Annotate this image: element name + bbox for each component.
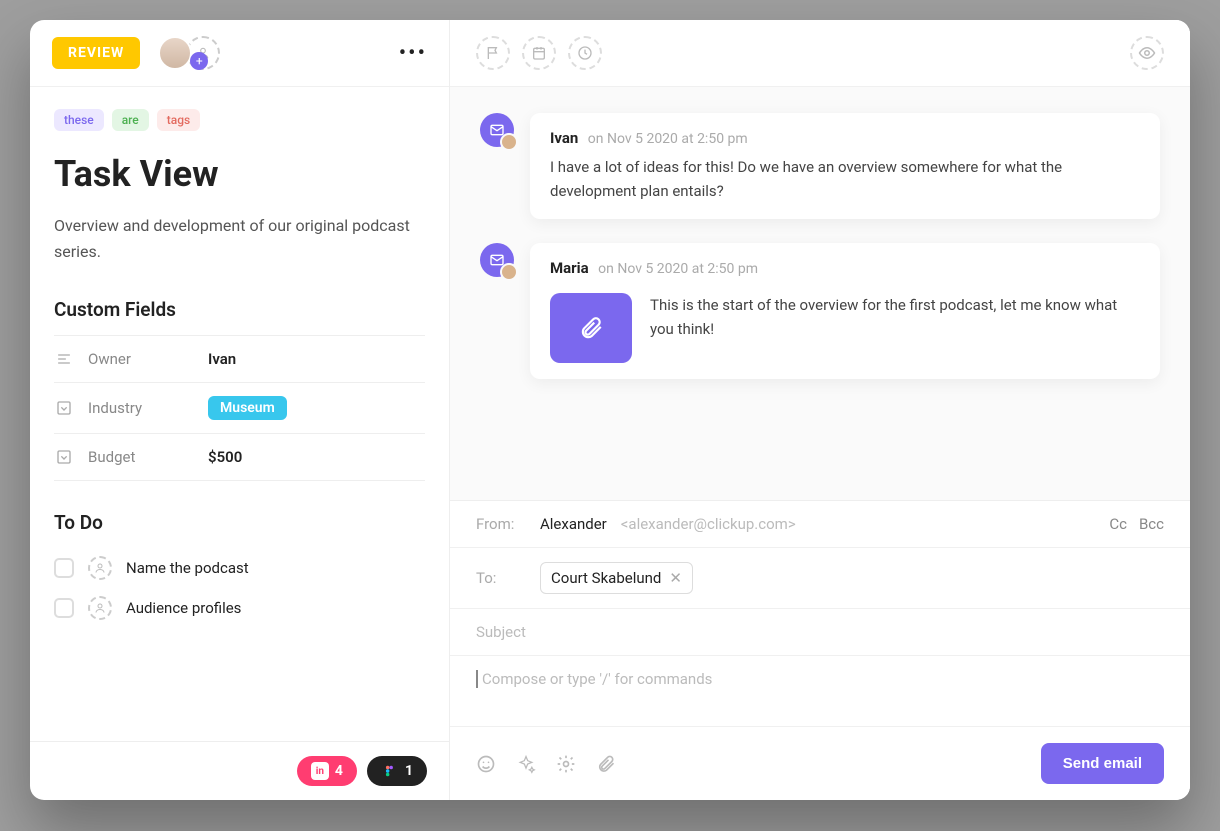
emoji-icon	[476, 754, 496, 774]
compose-body[interactable]: Compose or type '/' for commands	[450, 656, 1190, 726]
todo-label: Audience profiles	[126, 599, 241, 617]
todo-heading: To Do	[54, 511, 425, 534]
email-composer: From: Alexander <alexander@clickup.com> …	[450, 500, 1190, 800]
comment: Ivan on Nov 5 2020 at 2:50 pm I have a l…	[480, 113, 1160, 219]
task-modal: REVIEW + ••• these are tags Task View Ov…	[30, 20, 1190, 800]
remove-recipient-icon[interactable]: ✕	[669, 569, 682, 587]
comment-head: Ivan on Nov 5 2020 at 2:50 pm	[550, 129, 1140, 147]
tag[interactable]: are	[112, 109, 149, 131]
comment-text: I have a lot of ideas for this! Do we ha…	[550, 155, 1140, 203]
cf-value: $500	[208, 448, 242, 466]
tag-list: these are tags	[54, 109, 425, 131]
avatar[interactable]: +	[158, 36, 192, 70]
task-description[interactable]: Overview and development of our original…	[54, 213, 425, 264]
invision-chip[interactable]: in 4	[297, 756, 357, 786]
tag[interactable]: these	[54, 109, 104, 131]
date-button[interactable]	[522, 36, 556, 70]
compose-placeholder: Compose or type '/' for commands	[476, 670, 712, 688]
chip-count: 4	[335, 763, 343, 779]
comment-text: This is the start of the overview for th…	[650, 293, 1140, 341]
comment-body[interactable]: Maria on Nov 5 2020 at 2:50 pm This is t…	[530, 243, 1160, 379]
cf-row-budget[interactable]: Budget $500	[54, 433, 425, 481]
cf-label: Owner	[88, 350, 208, 368]
time-button[interactable]	[568, 36, 602, 70]
more-menu[interactable]: •••	[399, 41, 427, 66]
cf-value: Ivan	[208, 350, 236, 368]
chip-count: 1	[405, 763, 413, 779]
comment-meta: on Nov 5 2020 at 2:50 pm	[598, 261, 758, 277]
from-label: From:	[476, 515, 526, 533]
gear-icon	[556, 754, 576, 774]
invision-icon: in	[311, 762, 329, 780]
from-email: <alexander@clickup.com>	[621, 515, 796, 533]
status-badge[interactable]: REVIEW	[52, 37, 140, 69]
dropdown-icon	[54, 398, 74, 418]
cf-value-pill: Museum	[208, 396, 287, 420]
clock-icon	[577, 45, 593, 61]
todo-item[interactable]: Name the podcast	[54, 548, 425, 588]
activity-header	[450, 20, 1190, 87]
comment-body[interactable]: Ivan on Nov 5 2020 at 2:50 pm I have a l…	[530, 113, 1160, 219]
comment-author: Ivan	[550, 129, 578, 147]
comment-author: Maria	[550, 259, 589, 277]
assignee-group: +	[158, 36, 220, 70]
cf-label: Industry	[88, 399, 208, 417]
tag[interactable]: tags	[157, 109, 200, 131]
task-left-pane: REVIEW + ••• these are tags Task View Ov…	[30, 20, 450, 800]
subject-input[interactable]: Subject	[450, 609, 1190, 656]
paperclip-icon	[596, 754, 616, 774]
from-row: From: Alexander <alexander@clickup.com> …	[450, 501, 1190, 548]
comment-thread: Ivan on Nov 5 2020 at 2:50 pm I have a l…	[450, 87, 1190, 500]
calendar-icon	[531, 45, 547, 61]
flag-icon	[485, 45, 501, 61]
settings-button[interactable]	[556, 754, 576, 774]
paperclip-icon	[578, 315, 604, 341]
cf-label: Budget	[88, 448, 208, 466]
custom-fields-list: Owner Ivan Industry Museum Budget $500	[54, 335, 425, 481]
custom-fields-heading: Custom Fields	[54, 298, 425, 321]
to-label: To:	[476, 569, 526, 587]
eye-icon	[1138, 44, 1156, 62]
attachment[interactable]	[550, 293, 632, 363]
cf-row-owner[interactable]: Owner Ivan	[54, 335, 425, 382]
recipient-chip[interactable]: Court Skabelund ✕	[540, 562, 693, 594]
assign-todo-button[interactable]	[88, 556, 112, 580]
to-row[interactable]: To: Court Skabelund ✕	[450, 548, 1190, 609]
dropdown-icon	[54, 447, 74, 467]
attach-button[interactable]	[596, 754, 616, 774]
cc-button[interactable]: Cc	[1109, 515, 1127, 533]
avatar	[500, 133, 518, 151]
task-title[interactable]: Task View	[54, 153, 425, 195]
figma-chip[interactable]: 1	[367, 756, 427, 786]
from-name: Alexander	[540, 515, 607, 533]
checkbox[interactable]	[54, 598, 74, 618]
recipient-name: Court Skabelund	[551, 569, 661, 587]
email-comment-icon	[480, 113, 514, 147]
composer-toolbar: Send email	[450, 726, 1190, 800]
figma-icon	[381, 762, 399, 780]
flag-button[interactable]	[476, 36, 510, 70]
checkbox[interactable]	[54, 558, 74, 578]
watch-button[interactable]	[1130, 36, 1164, 70]
todo-item[interactable]: Audience profiles	[54, 588, 425, 628]
email-comment-icon	[480, 243, 514, 277]
activity-pane: Ivan on Nov 5 2020 at 2:50 pm I have a l…	[450, 20, 1190, 800]
comment-meta: on Nov 5 2020 at 2:50 pm	[588, 131, 748, 147]
bcc-button[interactable]: Bcc	[1139, 515, 1164, 533]
avatar	[500, 263, 518, 281]
emoji-button[interactable]	[476, 754, 496, 774]
todo-label: Name the podcast	[126, 559, 249, 577]
send-email-button[interactable]: Send email	[1041, 743, 1164, 784]
text-icon	[54, 349, 74, 369]
assign-todo-button[interactable]	[88, 596, 112, 620]
comment: Maria on Nov 5 2020 at 2:50 pm This is t…	[480, 243, 1160, 379]
todo-section: To Do Name the podcast Audience profiles	[54, 511, 425, 628]
cf-row-industry[interactable]: Industry Museum	[54, 382, 425, 433]
task-header: REVIEW + •••	[30, 20, 449, 87]
task-body: these are tags Task View Overview and de…	[30, 87, 449, 741]
ai-button[interactable]	[516, 754, 536, 774]
task-footer: in 4 1	[30, 741, 449, 800]
sparkle-icon	[516, 754, 536, 774]
comment-head: Maria on Nov 5 2020 at 2:50 pm	[550, 259, 758, 277]
